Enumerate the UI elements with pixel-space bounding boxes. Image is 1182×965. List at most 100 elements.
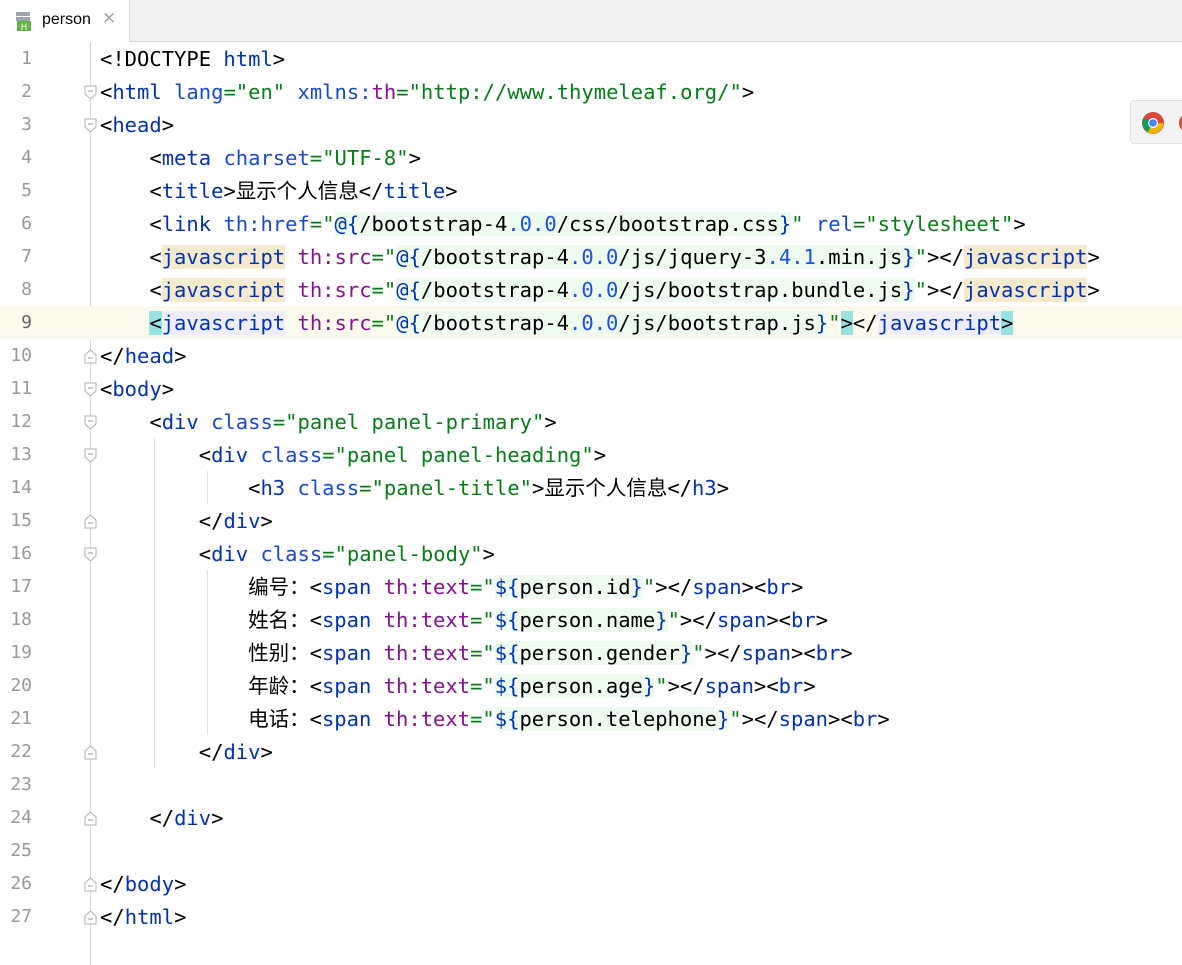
line-number: 17 — [10, 576, 32, 597]
code-line-27[interactable]: 27 </html> — [0, 900, 1182, 933]
line-number: 11 — [10, 378, 32, 399]
line-number: 25 — [10, 840, 32, 861]
code-text: </div> — [198, 509, 273, 533]
line-number: 7 — [21, 246, 32, 267]
code-text: <!DOCTYPE html> — [100, 47, 286, 71]
fold-open-icon[interactable] — [84, 118, 97, 133]
close-icon[interactable]: × — [102, 8, 116, 28]
code-text: <div class="panel-body"> — [198, 542, 495, 566]
fold-open-icon[interactable] — [84, 85, 97, 100]
code-line-9[interactable]: 9 <javascript th:src="@{/bootstrap-4.0.0… — [0, 306, 1182, 339]
fold-open-icon[interactable] — [84, 415, 97, 430]
line-number: 3 — [21, 114, 32, 135]
code-text: <html lang="en" xmlns:th="http://www.thy… — [100, 80, 755, 104]
editor-tab-bar: H person × — [0, 0, 1182, 42]
code-line-6[interactable]: 6 <link th:href="@{/bootstrap-4.0.0/css/… — [0, 207, 1182, 240]
code-line-5[interactable]: 5 <title>显示个人信息</title> — [0, 174, 1182, 207]
code-text: <div class="panel panel-primary"> — [149, 410, 557, 434]
line-number: 14 — [10, 477, 32, 498]
code-line-25[interactable]: 25 — [0, 834, 1182, 867]
line-number: 19 — [10, 642, 32, 663]
code-text: </div> — [198, 740, 273, 764]
code-text: <javascript th:src="@{/bootstrap-4.0.0/j… — [149, 311, 1014, 335]
code-text: <javascript th:src="@{/bootstrap-4.0.0/j… — [149, 245, 1100, 269]
line-number: 6 — [21, 213, 32, 234]
code-line-16[interactable]: 16 <div class="panel-body"> — [0, 537, 1182, 570]
code-text: </body> — [100, 872, 187, 896]
code-editor[interactable]: 1 <!DOCTYPE html> 2 <html lang="en" xmln… — [0, 42, 1182, 965]
line-number: 18 — [10, 609, 32, 630]
fold-close-icon[interactable] — [84, 811, 97, 826]
open-in-browser-popup — [1130, 100, 1182, 144]
fold-close-icon[interactable] — [84, 349, 97, 364]
line-number: 16 — [10, 543, 32, 564]
code-text: <body> — [100, 377, 175, 401]
code-line-11[interactable]: 11 <body> — [0, 372, 1182, 405]
code-text: </html> — [100, 905, 187, 929]
code-line-1[interactable]: 1 <!DOCTYPE html> — [0, 42, 1182, 75]
code-line-24[interactable]: 24 </div> — [0, 801, 1182, 834]
line-number: 20 — [10, 675, 32, 696]
fold-open-icon[interactable] — [84, 448, 97, 463]
fold-open-icon[interactable] — [84, 547, 97, 562]
code-line-10[interactable]: 10 </head> — [0, 339, 1182, 372]
chrome-icon[interactable] — [1141, 111, 1165, 135]
fold-open-icon[interactable] — [84, 382, 97, 397]
tab-label: person — [42, 11, 91, 28]
code-text: <title>显示个人信息</title> — [149, 179, 458, 203]
line-number: 9 — [21, 312, 32, 333]
line-number: 21 — [10, 708, 32, 729]
line-number: 15 — [10, 510, 32, 531]
line-number: 2 — [21, 81, 32, 102]
fold-close-icon[interactable] — [84, 877, 97, 892]
code-text: </div> — [149, 806, 224, 830]
line-number: 22 — [10, 741, 32, 762]
html-file-icon: H — [16, 12, 31, 32]
line-number: 4 — [21, 147, 32, 168]
line-number: 27 — [10, 906, 32, 927]
code-text: 性别：<span th:text="${person.gender}"></sp… — [248, 641, 853, 665]
code-line-7[interactable]: 7 <javascript th:src="@{/bootstrap-4.0.0… — [0, 240, 1182, 273]
code-text: <javascript th:src="@{/bootstrap-4.0.0/j… — [149, 278, 1100, 302]
code-line-23[interactable]: 23 — [0, 768, 1182, 801]
code-text: 年龄：<span th:text="${person.age}"></span>… — [248, 674, 816, 698]
code-line-4[interactable]: 4 <meta charset="UTF-8"> — [0, 141, 1182, 174]
code-line-3[interactable]: 3 <head> — [0, 108, 1182, 141]
line-number: 26 — [10, 873, 32, 894]
fold-close-icon[interactable] — [84, 514, 97, 529]
line-number: 8 — [21, 279, 32, 300]
code-line-17[interactable]: 17 编号：<span th:text="${person.id}"></spa… — [0, 570, 1182, 603]
code-text: 姓名：<span th:text="${person.name}"></span… — [248, 608, 829, 632]
tab-person[interactable]: H person × — [0, 0, 130, 42]
fold-close-icon[interactable] — [84, 745, 97, 760]
code-line-15[interactable]: 15 </div> — [0, 504, 1182, 537]
code-text: <meta charset="UTF-8"> — [149, 146, 421, 170]
code-text: <div class="panel panel-heading"> — [198, 443, 607, 467]
code-text: 电话：<span th:text="${person.telephone}"><… — [248, 707, 890, 731]
browser-icon[interactable] — [1177, 111, 1182, 135]
line-number: 10 — [10, 345, 32, 366]
code-line-19[interactable]: 19 性别：<span th:text="${person.gender}"><… — [0, 636, 1182, 669]
code-text: <link th:href="@{/bootstrap-4.0.0/css/bo… — [149, 212, 1026, 236]
code-text: <h3 class="panel-title">显示个人信息</h3> — [248, 476, 730, 500]
line-number: 5 — [21, 180, 32, 201]
code-text: 编号：<span th:text="${person.id}"></span><… — [248, 575, 804, 599]
code-line-20[interactable]: 20 年龄：<span th:text="${person.age}"></sp… — [0, 669, 1182, 702]
svg-text:H: H — [21, 23, 28, 32]
line-number: 24 — [10, 807, 32, 828]
code-line-13[interactable]: 13 <div class="panel panel-heading"> — [0, 438, 1182, 471]
code-line-21[interactable]: 21 电话：<span th:text="${person.telephone}… — [0, 702, 1182, 735]
line-number: 13 — [10, 444, 32, 465]
code-line-2[interactable]: 2 <html lang="en" xmlns:th="http://www.t… — [0, 75, 1182, 108]
code-line-12[interactable]: 12 <div class="panel panel-primary"> — [0, 405, 1182, 438]
code-line-22[interactable]: 22 </div> — [0, 735, 1182, 768]
code-text: <head> — [100, 113, 175, 137]
code-line-26[interactable]: 26 </body> — [0, 867, 1182, 900]
code-line-8[interactable]: 8 <javascript th:src="@{/bootstrap-4.0.0… — [0, 273, 1182, 306]
code-text: </head> — [100, 344, 187, 368]
line-number: 12 — [10, 411, 32, 432]
fold-close-icon[interactable] — [84, 910, 97, 925]
code-line-14[interactable]: 14 <h3 class="panel-title">显示个人信息</h3> — [0, 471, 1182, 504]
line-number: 23 — [10, 774, 32, 795]
code-line-18[interactable]: 18 姓名：<span th:text="${person.name}"></s… — [0, 603, 1182, 636]
